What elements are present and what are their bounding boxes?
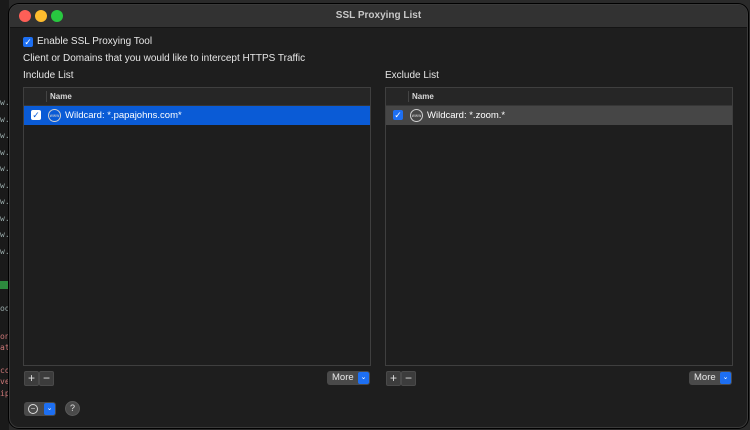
minus-circle-icon: − [28, 404, 38, 414]
chevron-down-icon: ⌄ [358, 372, 369, 384]
include-list-row[interactable]: ✓ www Wildcard: *.papajohns.com* [24, 106, 370, 125]
background-text: on [0, 332, 9, 341]
exclude-list-row[interactable]: ✓ www Wildcard: *.zoom.* [386, 106, 732, 125]
column-divider [46, 91, 47, 102]
ssl-proxying-window: SSL Proxying List ✓ Enable SSL Proxying … [9, 4, 748, 428]
actions-dropdown[interactable]: − ⌄ [24, 402, 56, 416]
background-text: ati [0, 343, 9, 352]
background-text: w.l [0, 230, 9, 239]
include-list-header: Name [24, 88, 370, 106]
more-label: More [694, 372, 716, 383]
include-more-dropdown[interactable]: More ⌄ [327, 371, 370, 385]
background-app-edge: w.l w.l w.l w.l w.l w.l w.l w.l w.l w.l … [0, 0, 9, 430]
background-text: w.l [0, 148, 9, 157]
background-text: w.l [0, 98, 9, 107]
description-text: Client or Domains that you would like to… [23, 53, 306, 64]
name-column-header[interactable]: Name [50, 88, 72, 105]
background-status-bar [0, 281, 9, 289]
help-button[interactable]: ? [65, 401, 80, 416]
background-text: w.l [0, 131, 9, 140]
more-label: More [332, 372, 354, 383]
include-list-heading: Include List [23, 70, 74, 81]
include-add-button[interactable]: + [24, 371, 39, 386]
background-text: w.l [0, 214, 9, 223]
include-remove-button[interactable]: − [39, 371, 54, 386]
name-column-header[interactable]: Name [412, 88, 434, 105]
include-list-table[interactable]: Name ✓ www Wildcard: *.papajohns.com* [23, 87, 371, 366]
enable-ssl-proxying-label[interactable]: Enable SSL Proxying Tool [37, 36, 152, 47]
globe-icon: www [48, 109, 61, 122]
exclude-remove-button[interactable]: − [401, 371, 416, 386]
background-text: w.l [0, 164, 9, 173]
background-text: ip [0, 389, 9, 398]
exclude-list-header: Name [386, 88, 732, 106]
exclude-list-table[interactable]: Name ✓ www Wildcard: *.zoom.* [385, 87, 733, 366]
background-text: w.l [0, 247, 9, 256]
background-text: ve [0, 377, 9, 386]
exclude-list-heading: Exclude List [385, 70, 439, 81]
title-bar[interactable]: SSL Proxying List [10, 5, 747, 28]
chevron-down-icon: ⌄ [720, 372, 731, 384]
background-text: w.l [0, 181, 9, 190]
window-title: SSL Proxying List [335, 10, 422, 21]
row-label: Wildcard: *.zoom.* [427, 110, 506, 121]
background-text: co [0, 366, 9, 375]
row-label: Wildcard: *.papajohns.com* [65, 110, 182, 121]
column-divider [408, 91, 409, 102]
row-enabled-checkbox[interactable]: ✓ [393, 110, 403, 120]
enable-ssl-proxying-checkbox[interactable]: ✓ [23, 37, 33, 47]
background-text: w.l [0, 115, 9, 124]
row-enabled-checkbox[interactable]: ✓ [31, 110, 41, 120]
background-text: w.l [0, 197, 9, 206]
globe-icon: www [410, 109, 423, 122]
chevron-down-icon: ⌄ [44, 403, 55, 415]
exclude-add-button[interactable]: + [386, 371, 401, 386]
exclude-more-dropdown[interactable]: More ⌄ [689, 371, 732, 385]
background-text: od [0, 304, 9, 313]
